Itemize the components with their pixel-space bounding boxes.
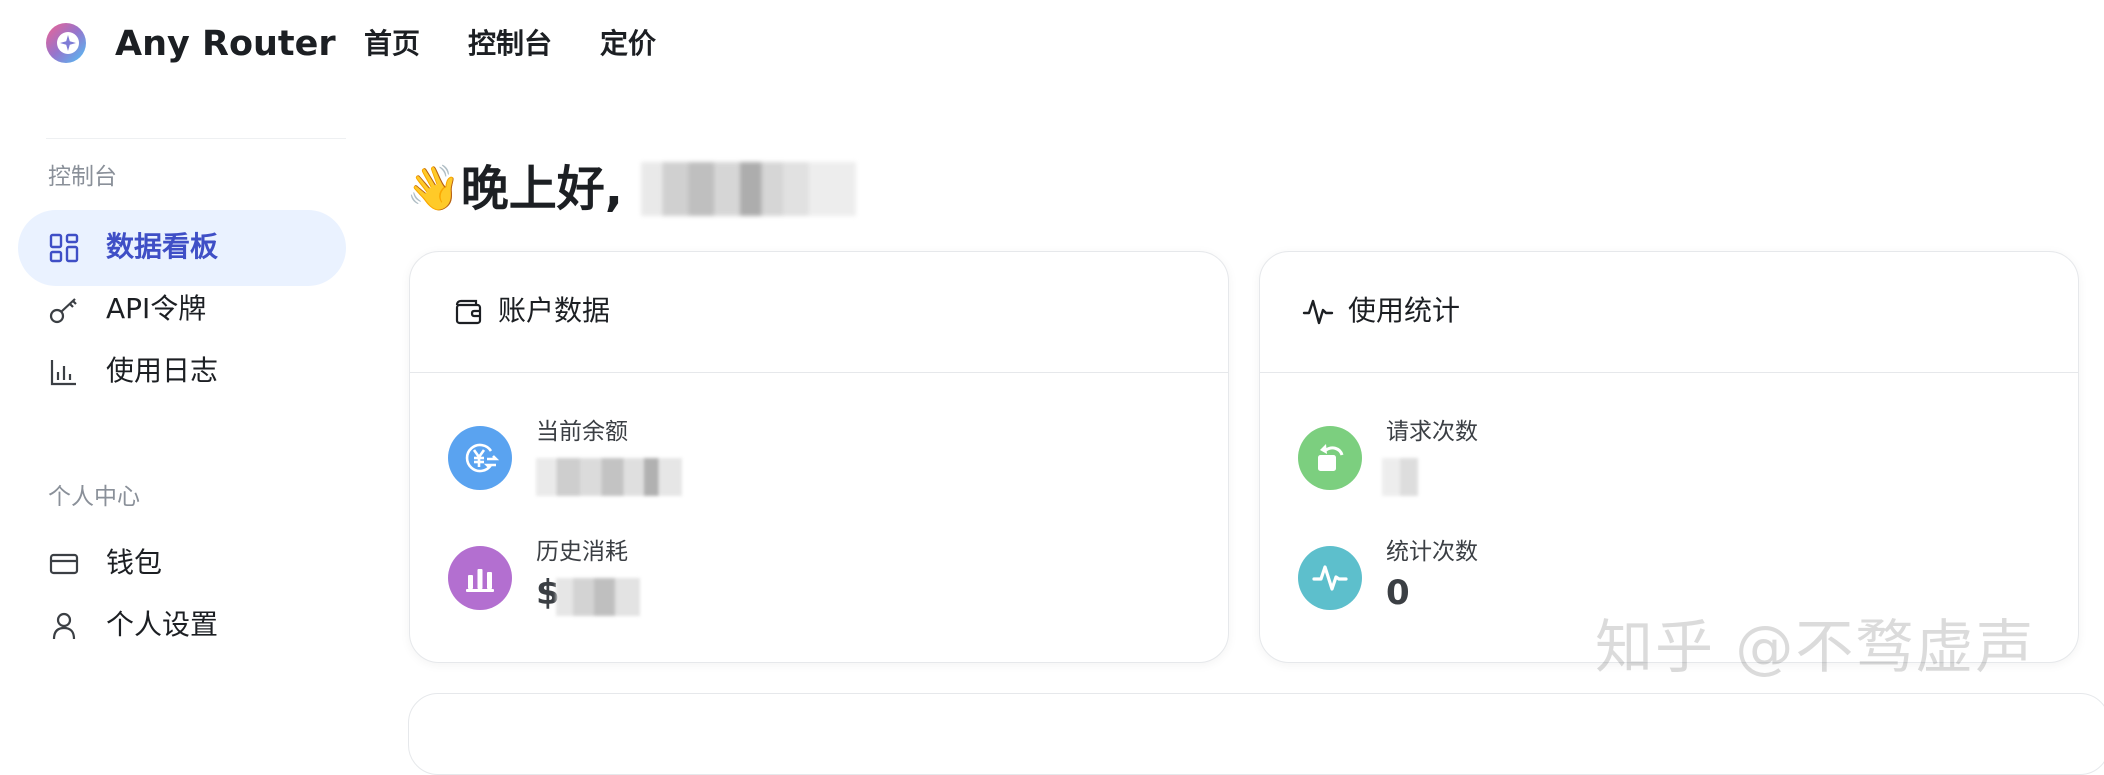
watermark: 知乎 @不骛虚声 [1595,613,2036,681]
card-header: 账户数据 [410,252,1228,373]
blurred-request-count [1382,458,1418,496]
balance-stat: 当前余额 [448,416,1148,496]
card-icon [49,553,79,575]
sidebar-item-label: 数据看板 [106,230,219,263]
dashboard-icon [49,233,79,263]
wallet-icon [455,299,482,325]
request-count-label: 请求次数 [1386,419,1478,445]
sidebar-item-label: 钱包 [106,546,163,579]
yen-exchange-icon [448,426,512,490]
activity-icon [1302,299,1334,325]
brand-name[interactable]: Any Router [115,21,336,67]
pulse-icon [1298,546,1362,610]
nav-pricing[interactable]: 定价 [600,25,656,63]
greeting-text: 晚上好, [460,161,624,217]
stat-count-value: 0 [1386,573,1410,613]
sidebar-item-settings[interactable]: 个人设置 [18,588,346,664]
rotate-icon [1298,426,1362,490]
blurred-balance-value [536,458,682,496]
card-title: 使用统计 [1348,294,1461,327]
sidebar-item-label: API令牌 [106,292,207,325]
nav-console[interactable]: 控制台 [468,25,552,63]
wave-emoji-icon: 👋 [406,163,461,214]
greeting: 👋 晚上好, [406,158,857,220]
sidebar-section-console: 控制台 [48,164,117,190]
balance-label: 当前余额 [536,419,628,445]
any-router-logo[interactable] [44,21,88,65]
sidebar-divider [46,138,346,139]
bar-chart-icon [50,360,76,386]
blurred-consumption-value [556,578,640,616]
sidebar: 控制台 数据看板 API令牌 使用日志 个人中心 钱包 个人设置 [0,90,350,722]
key-icon [49,298,77,324]
history-consumption-stat: 历史消耗 $ [448,536,1148,616]
sidebar-section-personal: 个人中心 [48,484,140,510]
bar-chart-icon [448,546,512,610]
account-data-card: 账户数据 当前余额 历史消耗 $ [409,251,1229,663]
stat-count-label: 统计次数 [1386,539,1478,565]
request-count-stat: 请求次数 [1298,416,1998,496]
history-consumption-label: 历史消耗 [536,539,628,565]
blurred-username [641,162,857,216]
next-card [408,693,2104,775]
card-header: 使用统计 [1260,252,2078,373]
card-title: 账户数据 [498,294,611,327]
sidebar-item-label: 个人设置 [106,608,219,641]
nav-home[interactable]: 首页 [364,25,420,63]
sidebar-item-label: 使用日志 [106,354,219,387]
sidebar-item-usage-logs[interactable]: 使用日志 [18,334,346,410]
user-icon [52,612,76,640]
top-header: Any Router 首页 控制台 定价 [0,0,2104,90]
